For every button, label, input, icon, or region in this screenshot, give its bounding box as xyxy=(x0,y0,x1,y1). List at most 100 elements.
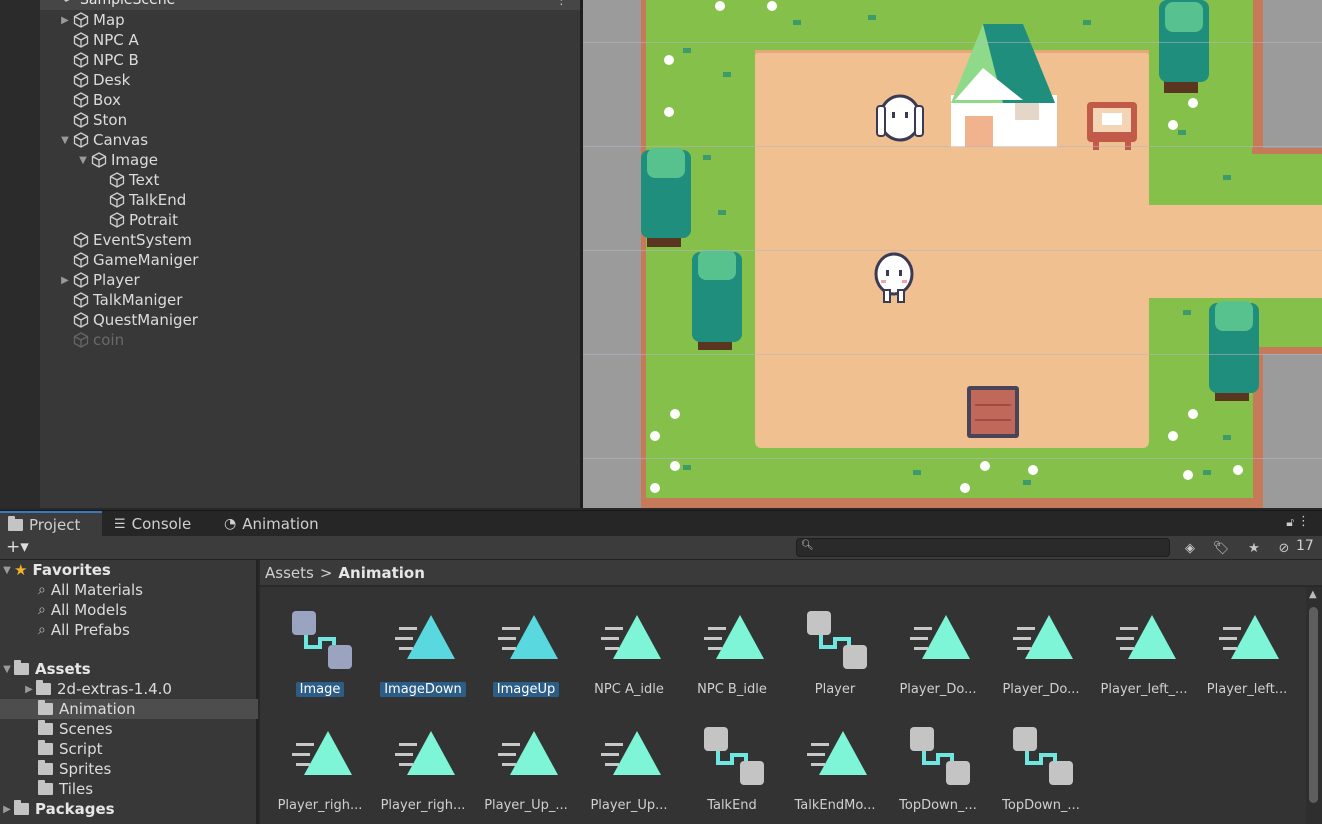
add-asset-button[interactable]: +▾ xyxy=(6,537,29,557)
tab-project[interactable]: Project xyxy=(0,511,102,537)
hierarchy-item[interactable]: EventSystem xyxy=(58,230,192,250)
asset-grid-scrollbar[interactable]: ▲ xyxy=(1306,587,1322,824)
animation-clip-asset[interactable]: Player_righ... xyxy=(270,703,370,813)
animation-clip-asset[interactable]: Player_righ... xyxy=(373,703,473,813)
asset-label: Player_Do... xyxy=(991,682,1091,697)
hierarchy-item[interactable]: ▼ Image xyxy=(76,150,158,170)
animation-clip-asset[interactable]: NPC B_idle xyxy=(682,587,782,697)
animation-clip-asset[interactable]: Player_Up_... xyxy=(476,703,576,813)
expand-arrow-icon[interactable]: ▶ xyxy=(58,15,72,26)
dirt-plaza-edge xyxy=(755,50,1149,53)
animation-clip-asset[interactable]: ImageDown xyxy=(373,587,473,697)
scene-view[interactable] xyxy=(583,0,1322,508)
search-input[interactable]: 🔍︎ xyxy=(796,538,1170,557)
asset-label: NPC B_idle xyxy=(682,682,782,697)
lock-icon[interactable]: 🔓︎ xyxy=(1286,515,1294,530)
animation-clip-asset[interactable]: Player_Do... xyxy=(991,587,1091,697)
folder-item[interactable]: Tiles xyxy=(0,779,258,799)
filter-by-type-icon[interactable]: ◈ xyxy=(1176,538,1204,558)
asset-label: Player_righ... xyxy=(270,798,370,813)
animator-controller-asset[interactable]: Player xyxy=(785,587,885,697)
assets-root[interactable]: ▼ Assets xyxy=(0,659,258,679)
folder-item[interactable]: Script xyxy=(0,739,258,759)
expand-arrow-icon[interactable]: ▼ xyxy=(0,565,14,576)
hierarchy-item[interactable]: Text xyxy=(94,170,159,190)
scroll-up-icon[interactable]: ▲ xyxy=(1309,589,1317,600)
animation-clip-asset[interactable]: NPC A_idle xyxy=(579,587,679,697)
asset-label: Player_Up_... xyxy=(476,798,576,813)
hierarchy-item[interactable]: NPC B xyxy=(58,50,139,70)
animator-controller-asset[interactable]: Image xyxy=(270,587,370,697)
scene-root-row[interactable]: SampleScene ⋮ xyxy=(40,0,580,10)
expand-arrow-icon[interactable]: ▶ xyxy=(22,684,36,695)
hierarchy-item-label: Player xyxy=(93,271,140,289)
search-icon: ⌕ xyxy=(38,582,46,598)
favorite-star-icon[interactable]: ★ xyxy=(1240,538,1268,558)
hierarchy-item[interactable]: Ston xyxy=(58,110,127,130)
asset-label-text: Player_Up... xyxy=(590,798,668,813)
favorite-item[interactable]: ⌕ All Materials xyxy=(0,580,258,600)
hierarchy-item[interactable]: ▶ Map xyxy=(58,10,125,30)
panel-menu-icon[interactable]: ⋮ xyxy=(1297,514,1310,529)
asset-label-text: Player_Do... xyxy=(899,682,977,697)
expand-arrow-icon[interactable]: ▼ xyxy=(58,135,72,146)
folder-item[interactable]: ▶ 2d-extras-1.4.0 xyxy=(0,679,258,699)
hidden-packages-icon[interactable]: ⊘ xyxy=(1270,538,1298,558)
folder-item-animation[interactable]: Animation xyxy=(0,699,258,719)
asset-label: Player_righ... xyxy=(373,798,473,813)
animation-clip-asset[interactable]: Player_left_... xyxy=(1094,587,1194,697)
animator-controller-icon xyxy=(704,727,764,785)
tab-animation[interactable]: ◔ Animation xyxy=(216,511,327,537)
expand-arrow-icon[interactable]: ▼ xyxy=(0,664,14,675)
asset-label: TalkEnd xyxy=(682,798,782,813)
hierarchy-item[interactable]: coin xyxy=(58,330,124,350)
favorite-item[interactable]: ⌕ All Prefabs xyxy=(0,620,258,640)
unity-scene-icon xyxy=(64,0,70,2)
folder-label: Script xyxy=(59,740,103,758)
animation-clip-asset[interactable]: Player_Do... xyxy=(888,587,988,697)
animator-controller-asset[interactable]: TalkEnd xyxy=(682,703,782,813)
hierarchy-item[interactable]: TalkEnd xyxy=(94,190,186,210)
asset-label: Player_left_... xyxy=(1094,682,1194,697)
hierarchy-item-label: coin xyxy=(93,331,125,349)
expand-arrow-icon[interactable]: ▶ xyxy=(58,275,72,286)
hierarchy-item[interactable]: TalkManiger xyxy=(58,290,182,310)
folder-item[interactable]: Sprites xyxy=(0,759,258,779)
hierarchy-item[interactable]: Desk xyxy=(58,70,130,90)
animation-clip-asset[interactable]: Player_left... xyxy=(1197,587,1297,697)
expand-arrow-icon[interactable]: ▶ xyxy=(0,804,14,815)
animator-controller-asset[interactable]: TopDown_... xyxy=(888,703,988,813)
favorite-item-label: All Prefabs xyxy=(50,621,130,639)
hierarchy-item[interactable]: NPC A xyxy=(58,30,139,50)
scroll-thumb[interactable] xyxy=(1309,607,1318,803)
favorites-header[interactable]: ▼ ★ Favorites xyxy=(0,560,258,580)
breadcrumb-current[interactable]: Animation xyxy=(338,564,424,582)
folder-item[interactable]: Scenes xyxy=(0,719,258,739)
hierarchy-item-label: Desk xyxy=(93,71,131,89)
hierarchy-item[interactable]: QuestManiger xyxy=(58,310,198,330)
hierarchy-item[interactable]: Potrait xyxy=(94,210,178,230)
animation-clip-asset[interactable]: Player_Up... xyxy=(579,703,679,813)
hierarchy-item[interactable]: Box xyxy=(58,90,121,110)
animator-controller-asset[interactable]: TopDown_... xyxy=(991,703,1091,813)
scene-menu-icon[interactable]: ⋮ xyxy=(555,0,568,8)
animation-clip-asset[interactable]: TalkEndMo... xyxy=(785,703,885,813)
folder-icon xyxy=(38,720,53,735)
scene-grid-line xyxy=(583,250,1322,251)
animation-clip-asset[interactable]: ImageUp xyxy=(476,587,576,697)
hierarchy-panel: SampleScene ⋮ ▶ Map NPC A NPC B Desk Box Ston ▼… xyxy=(0,0,580,508)
folder-icon xyxy=(38,780,53,795)
asset-label-text: TopDown_... xyxy=(899,798,977,813)
hierarchy-item[interactable]: ▶ Player xyxy=(58,270,140,290)
breadcrumb-root[interactable]: Assets xyxy=(265,564,314,582)
tab-console[interactable]: ☰ Console xyxy=(106,511,199,537)
filter-by-label-icon[interactable]: 🏷︎ xyxy=(1207,538,1235,558)
expand-arrow-icon[interactable]: ▼ xyxy=(76,155,90,166)
favorite-item[interactable]: ⌕ All Models xyxy=(0,600,258,620)
hierarchy-item[interactable]: GameManiger xyxy=(58,250,198,270)
hierarchy-item[interactable]: ▼ Canvas xyxy=(58,130,148,150)
animator-controller-icon xyxy=(910,727,970,785)
packages-root[interactable]: ▶ Packages xyxy=(0,799,258,819)
asset-label-text: Player_left_... xyxy=(1100,682,1188,697)
asset-label-text: Player_righ... xyxy=(277,798,363,813)
